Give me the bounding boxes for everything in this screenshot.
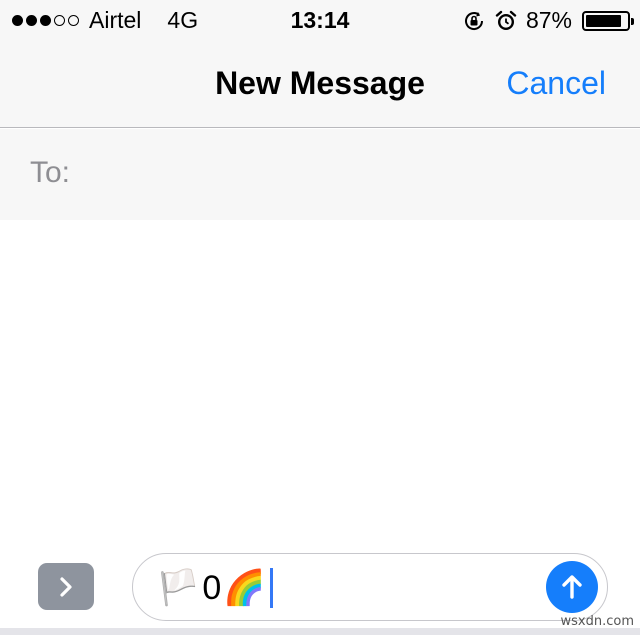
status-bar: Airtel 4G 13:14 87% — [0, 0, 640, 40]
battery-percent: 87% — [525, 7, 572, 33]
message-text: 🏳️ 0 🌈 — [157, 566, 273, 610]
keyboard-edge — [0, 628, 640, 635]
text-cursor — [269, 568, 273, 608]
arrow-up-icon — [562, 575, 582, 599]
recipient-label: To: — [30, 156, 71, 189]
top-bar: Airtel 4G 13:14 87% New Message Cancel — [0, 0, 640, 128]
send-button[interactable] — [546, 561, 598, 613]
composer-bar: 🏳️ 0 🌈 — [0, 550, 640, 628]
rainbow-emoji: 🌈 — [223, 569, 266, 607]
battery-icon — [582, 10, 634, 31]
recipient-row[interactable]: To: — [0, 129, 640, 220]
chevron-right-icon — [60, 576, 72, 597]
battery-nub — [631, 17, 634, 25]
status-right: 87% — [462, 7, 634, 34]
white-flag-emoji: 🏳️ — [157, 569, 200, 607]
watermark: wsxdn.com — [560, 614, 635, 629]
recipient-input[interactable] — [88, 147, 618, 203]
rotation-lock-icon — [462, 9, 486, 33]
message-thread — [0, 220, 640, 550]
message-typed-text: 0 — [202, 568, 222, 607]
expand-apps-button[interactable] — [38, 563, 94, 610]
navigation-bar: New Message Cancel — [0, 40, 640, 128]
cancel-button[interactable]: Cancel — [506, 65, 606, 102]
battery-fill — [586, 14, 621, 27]
alarm-icon — [494, 9, 518, 33]
message-input[interactable]: 🏳️ 0 🌈 — [132, 553, 608, 621]
